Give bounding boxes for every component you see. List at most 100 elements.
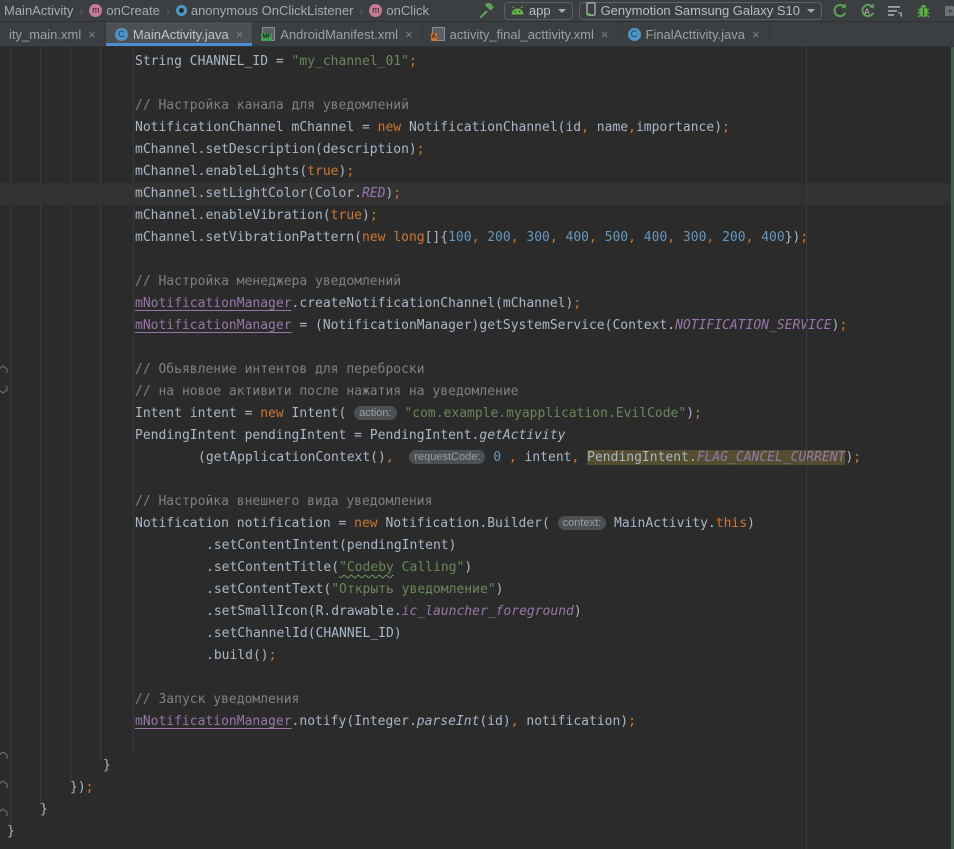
code-token: , [667, 230, 675, 245]
code-token: , [628, 120, 636, 135]
code-line[interactable]: mChannel.setDescription(description); [0, 139, 954, 161]
code-line[interactable]: // Обьявление интентов для переброски [0, 359, 954, 381]
device-selector[interactable]: Genymotion Samsung Galaxy S10 [579, 2, 822, 20]
code-line[interactable]: mChannel.enableVibration(true); [0, 205, 954, 227]
breadcrumb-separator-icon: › [75, 4, 87, 18]
code-line[interactable]: mNotificationManager = (NotificationMana… [0, 315, 954, 337]
tab-close-icon[interactable]: × [601, 27, 609, 42]
code-token: ; [573, 296, 581, 311]
editor-tab-ity_main.xml[interactable]: ity_main.xml× [0, 22, 106, 46]
code-token: , [386, 450, 394, 465]
code-line[interactable]: .setContentText("Открыть уведомление") [0, 579, 954, 601]
code-line[interactable] [0, 667, 954, 689]
layout-xml-file-icon: A [432, 27, 445, 41]
code-line[interactable]: // Настройка внешнего вида уведомления [0, 491, 954, 513]
code-area: String CHANNEL_ID = "my_channel_01"; // Н… [0, 47, 954, 843]
android-studio-window: MainActivity›monCreate›anonymous OnClick… [0, 0, 954, 849]
breadcrumb-item[interactable]: monClick [367, 3, 431, 18]
tab-close-icon[interactable]: × [752, 27, 760, 42]
fold-marker-icon[interactable] [0, 361, 8, 379]
code-line[interactable]: // Запуск уведомления [0, 689, 954, 711]
code-token: 300 [526, 230, 549, 245]
code-line[interactable]: Intent intent = new Intent( action: "com… [0, 403, 954, 425]
code-token: mNotificationManager [135, 714, 292, 729]
code-line[interactable]: (getApplicationContext(), requestCode: 0… [0, 447, 954, 469]
code-token: // Настройка менеджера уведомлений [135, 274, 401, 289]
fold-marker-icon[interactable] [0, 747, 8, 765]
code-editor[interactable]: String CHANNEL_ID = "my_channel_01"; // Н… [0, 47, 954, 849]
code-token: ic_launcher_foreground [402, 604, 574, 619]
breadcrumb-item[interactable]: anonymous OnClickListener [174, 3, 356, 18]
code-line[interactable]: mChannel.setVibrationPattern(new long[]{… [0, 227, 954, 249]
debug-icon[interactable] [912, 1, 934, 21]
code-token: NotificationChannel(id [401, 120, 581, 135]
code-token: 300 [683, 230, 706, 245]
breadcrumb-item[interactable]: monCreate [87, 3, 161, 18]
code-token: .notify(Integer. [292, 714, 417, 729]
code-line[interactable] [0, 733, 954, 755]
code-line[interactable]: // Настройка менеджера уведомлений [0, 271, 954, 293]
tab-label: activity_final_acttivity.xml [450, 27, 594, 42]
code-line[interactable] [0, 337, 954, 359]
tab-close-icon[interactable]: × [236, 27, 244, 42]
code-line[interactable]: } [0, 799, 954, 821]
code-token: ; [393, 186, 401, 201]
code-line[interactable]: mNotificationManager.createNotificationC… [0, 293, 954, 315]
code-token: new long [362, 230, 425, 245]
code-line[interactable]: NotificationChannel mChannel = new Notif… [0, 117, 954, 139]
code-line[interactable]: }); [0, 777, 954, 799]
tab-close-icon[interactable]: × [405, 27, 413, 42]
editor-tab-FinalActtivity.java[interactable]: CFinalActtivity.java× [619, 22, 770, 46]
code-token: ; [269, 648, 277, 663]
code-token: 500 [605, 230, 628, 245]
code-line[interactable]: mChannel.setLightColor(Color.RED); [0, 183, 954, 205]
code-line[interactable]: mNotificationManager.notify(Integer.pars… [0, 711, 954, 733]
breadcrumb-separator-icon: › [162, 4, 174, 18]
breadcrumb-item[interactable]: MainActivity [2, 3, 75, 18]
code-token: RED [362, 186, 385, 201]
code-token: PendingIntent pendingIntent = PendingInt… [135, 428, 479, 443]
attach-debugger-icon[interactable] [940, 1, 954, 21]
apply-changes-restart-icon[interactable] [828, 1, 850, 21]
code-line[interactable] [0, 249, 954, 271]
code-line[interactable]: .setContentTitle("Codeby Calling") [0, 557, 954, 579]
anonymous-class-icon [176, 5, 187, 16]
code-line[interactable]: // на новое активити после нажатия на ув… [0, 381, 954, 403]
code-line[interactable]: mChannel.enableLights(true); [0, 161, 954, 183]
code-line[interactable]: } [0, 755, 954, 777]
code-line[interactable]: String CHANNEL_ID = "my_channel_01"; [0, 51, 954, 73]
code-line[interactable]: PendingIntent pendingIntent = PendingInt… [0, 425, 954, 447]
run-configurations-list-icon[interactable] [884, 1, 906, 21]
code-line[interactable] [0, 73, 954, 95]
code-token: , [511, 714, 519, 729]
code-line[interactable]: .setChannelId(CHANNEL_ID) [0, 623, 954, 645]
run-toolbar: app Genymotion Samsung Galaxy S10 A [476, 0, 954, 21]
code-line[interactable]: } [0, 821, 954, 843]
fold-marker-icon[interactable] [0, 776, 8, 794]
module-selector[interactable]: app [504, 2, 573, 20]
tab-close-icon[interactable]: × [88, 27, 96, 42]
code-token [501, 450, 509, 465]
code-token [558, 230, 566, 245]
code-line[interactable]: .setContentIntent(pendingIntent) [0, 535, 954, 557]
fold-marker-icon[interactable] [0, 381, 8, 399]
code-line[interactable]: .setSmallIcon(R.drawable.ic_launcher_for… [0, 601, 954, 623]
editor-tab-activity_final_acttivity.xml[interactable]: Aactivity_final_acttivity.xml × [423, 22, 619, 46]
code-token: true [307, 164, 338, 179]
apply-code-changes-icon[interactable]: A [856, 1, 878, 21]
editor-tab-MainActivity.java[interactable]: CMainActivity.java× [106, 22, 253, 46]
code-token: ) [686, 406, 694, 421]
fold-marker-icon[interactable] [0, 804, 8, 822]
code-token: mChannel.setDescription(description) [135, 142, 417, 157]
code-token: , [550, 230, 558, 245]
editor-tab-AndroidManifest.xml[interactable]: MFAndroidManifest.xml× [253, 22, 422, 46]
code-token: ) [496, 582, 504, 597]
chevron-down-icon [558, 9, 566, 13]
code-line[interactable] [0, 469, 954, 491]
code-line[interactable]: .build(); [0, 645, 954, 667]
code-line[interactable]: Notification notification = new Notifica… [0, 513, 954, 535]
code-line[interactable]: // Настройка канала для уведомлений [0, 95, 954, 117]
build-hammer-icon[interactable] [476, 1, 498, 21]
chevron-down-icon [807, 9, 815, 13]
code-token: 200 [722, 230, 745, 245]
